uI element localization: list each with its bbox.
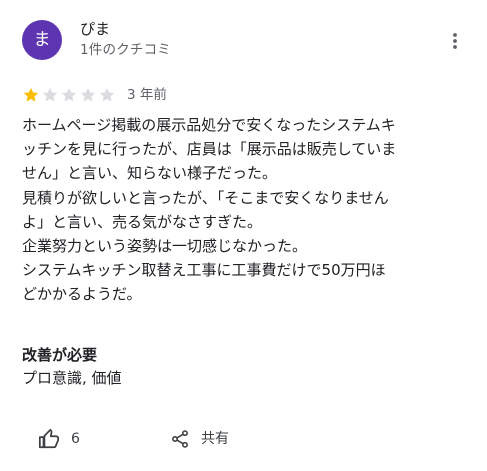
like-count: 6 <box>71 431 80 447</box>
share-icon <box>172 430 188 448</box>
review-text-line: 見積りが欲しいと言ったが、「そこまで安くなりません <box>22 188 389 207</box>
review-text-line: せん」と言い、知らない様子だった。 <box>22 164 278 183</box>
improvement-title: 改善が必要 <box>22 346 98 364</box>
more-options-button[interactable] <box>440 26 470 56</box>
star-rating <box>22 86 117 104</box>
rating-row: 3 年前 <box>22 85 167 105</box>
review-text-line: どかかるようだ。 <box>22 285 142 304</box>
review-text-line: ホームページ掲載の展示品処分で安くなったシステムキ <box>22 116 396 134</box>
review-text: ホームページ掲載の展示品処分で安くなったシステムキ ッチンを見に行ったが、店員は… <box>22 113 474 307</box>
review-card: ま ぴま 1件のクチコミ 3 年前 ホームページ掲載の展示品処分で安くなったシス… <box>0 0 487 471</box>
star-empty-icon <box>42 87 58 102</box>
author-name[interactable]: ぴま <box>80 19 110 39</box>
star-empty-icon <box>61 87 77 102</box>
thumbs-up-icon <box>38 428 60 449</box>
author-review-count: 1件のクチコミ <box>80 42 171 58</box>
review-text-line: 企業努力という姿勢は一切感じなかった。 <box>22 237 308 256</box>
avatar-initial: ま <box>33 29 51 50</box>
improvement-value: プロ意識, 価値 <box>22 369 122 387</box>
star-empty-icon <box>99 87 115 102</box>
more-vert-icon <box>453 33 457 49</box>
star-empty-icon <box>80 87 96 102</box>
like-button[interactable]: 6 <box>38 426 80 452</box>
star-filled-icon <box>23 87 39 102</box>
review-date: 3 年前 <box>127 87 167 103</box>
review-text-line: よ」と言い、売る気がなさすぎた。 <box>22 212 263 231</box>
share-button[interactable]: 共有 <box>170 426 229 452</box>
share-label: 共有 <box>201 431 229 447</box>
review-text-line: ッチンを見に行ったが、店員は「展示品は販売していま <box>22 140 397 159</box>
avatar[interactable]: ま <box>22 20 62 60</box>
review-text-line: システムキッチン取替え工事に工事費だけで50万円ほ <box>22 261 386 280</box>
